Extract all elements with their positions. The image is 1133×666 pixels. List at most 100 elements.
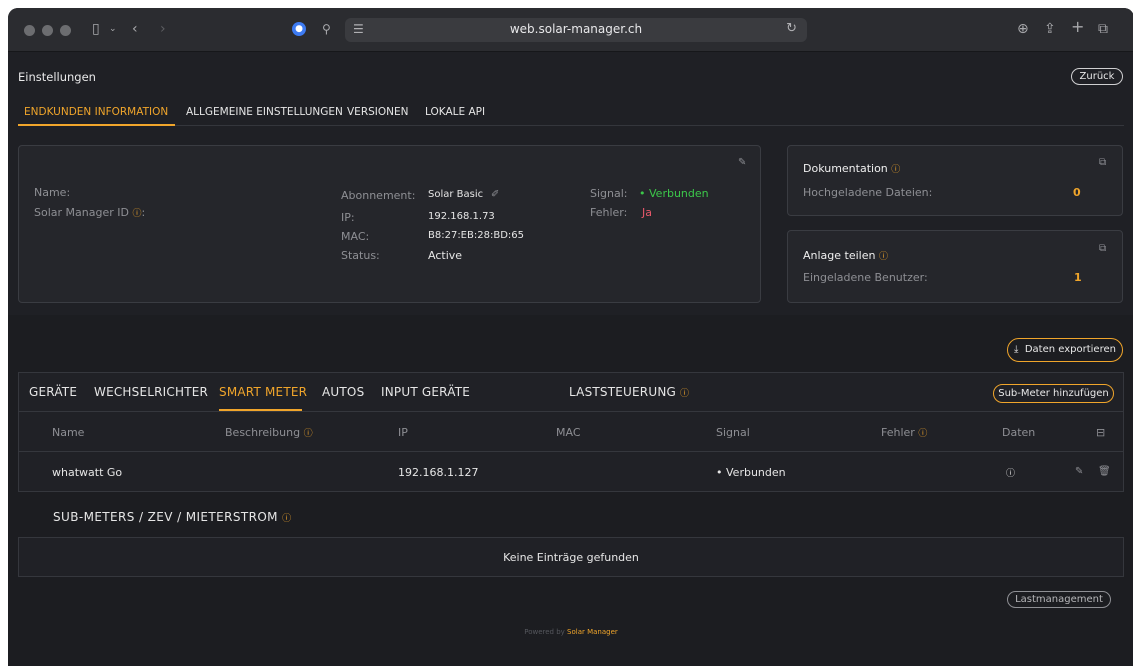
brand-link[interactable]: Solar Manager <box>567 628 618 636</box>
abonnement-value: Solar Basic <box>428 189 484 200</box>
uploaded-files-count: 0 <box>1073 186 1081 199</box>
column-header-signal[interactable]: Signal <box>716 426 750 439</box>
mac-value: B8:27:EB:28:BD:65 <box>428 230 524 241</box>
browser-window: ▯ ⌄ ‹ › ● ⚲ ☰ web.solar-manager.ch ↻ ⊕ ⇪… <box>8 8 1133 666</box>
pencil-icon[interactable]: ✐ <box>491 189 499 200</box>
external-link-icon[interactable]: ⧉ <box>1099 157 1106 168</box>
tab-input-geraete[interactable]: INPUT GERÄTE <box>381 385 470 399</box>
documentation-title-text: Dokumentation <box>803 162 888 175</box>
submeters-title-text: SUB-METERS / ZEV / MIETERSTROM <box>53 510 278 524</box>
table-row[interactable]: whatwatt Go 192.168.1.127 • Verbunden ⓘ … <box>19 453 1123 493</box>
cell-signal: • Verbunden <box>716 466 786 479</box>
delete-icon[interactable]: 🗑 <box>1098 466 1111 477</box>
tab-laststeuerung-label: LASTSTEUERUNG <box>569 385 677 399</box>
info-icon[interactable]: ⓘ <box>891 165 900 175</box>
info-icon[interactable]: ⓘ <box>304 429 313 439</box>
active-tab-indicator <box>18 124 175 126</box>
tab-endkunden-information[interactable]: ENDKUNDEN INFORMATION <box>24 106 168 118</box>
column-header-beschreibung[interactable]: Beschreibung ⓘ <box>225 426 313 439</box>
extension-icon[interactable]: ⚲ <box>322 20 331 38</box>
add-submeter-button[interactable]: Sub-Meter hinzufügen <box>993 384 1114 403</box>
invited-users-label: Eingeladene Benutzer: <box>803 271 928 284</box>
column-header-mac[interactable]: MAC <box>556 426 581 439</box>
submeters-title: SUB-METERS / ZEV / MIETERSTROM ⓘ <box>53 510 292 524</box>
signal-label: Signal: <box>590 187 628 200</box>
tab-wechselrichter[interactable]: WECHSELRICHTER <box>94 385 208 399</box>
tab-lokale-api[interactable]: LOKALE API <box>425 106 485 118</box>
ip-label: IP: <box>341 211 355 224</box>
solar-manager-id-label: Solar Manager ID ⓘ: <box>34 206 145 219</box>
abonnement-label: Abonnement: <box>341 189 416 202</box>
address-bar[interactable]: ☰ web.solar-manager.ch ↻ <box>345 18 807 42</box>
fehler-label: Fehler: <box>590 206 628 219</box>
documentation-title: Dokumentation ⓘ <box>803 162 900 175</box>
column-header-fehler[interactable]: Fehler ⓘ <box>881 426 927 439</box>
fehler-value: Ja <box>642 206 652 219</box>
signal-value-text: Verbunden <box>649 187 709 200</box>
table-header: Name Beschreibung ⓘ IP MAC Signal Fehler… <box>19 411 1123 452</box>
share-icon[interactable]: ⇪ <box>1044 20 1056 38</box>
cell-ip: 192.168.1.127 <box>398 466 479 479</box>
tab-smart-meter[interactable]: SMART METER <box>219 385 307 399</box>
data-info-icon[interactable]: ⓘ <box>1006 466 1015 479</box>
column-header-beschreibung-label: Beschreibung <box>225 426 301 439</box>
download-icon: ⤓ <box>1014 344 1019 355</box>
url-text[interactable]: web.solar-manager.ch <box>345 22 807 36</box>
solar-manager-id-text: Solar Manager ID <box>34 206 129 219</box>
uploaded-files-label: Hochgeladene Dateien: <box>803 186 933 199</box>
browser-toolbar: ▯ ⌄ ‹ › ● ⚲ ☰ web.solar-manager.ch ↻ ⊕ ⇪… <box>8 8 1133 52</box>
load-management-button[interactable]: Lastmanagement <box>1007 591 1111 608</box>
tab-overview-icon[interactable]: ⧉ <box>1098 20 1108 38</box>
cell-name: whatwatt Go <box>52 466 123 479</box>
sidebar-icon[interactable]: ▯ <box>92 20 100 38</box>
page-title: Einstellungen <box>18 70 96 84</box>
column-header-daten[interactable]: Daten <box>1002 426 1035 439</box>
info-icon[interactable]: ⓘ <box>680 389 689 399</box>
footer: Powered by Solar Manager <box>8 628 1133 636</box>
devices-panel: GERÄTE WECHSELRICHTER SMART METER AUTOS … <box>18 372 1124 492</box>
zoom-window-button[interactable] <box>60 25 71 36</box>
close-window-button[interactable] <box>24 25 35 36</box>
new-tab-icon[interactable]: + <box>1071 18 1084 36</box>
column-header-fehler-label: Fehler <box>881 426 915 439</box>
signal-value: • Verbunden <box>639 187 709 200</box>
info-icon[interactable]: ⓘ <box>282 514 291 524</box>
share-card: ⧉ Anlage teilen ⓘ Eingeladene Benutzer: … <box>787 230 1123 303</box>
info-icon[interactable]: ⓘ <box>879 252 888 262</box>
mac-label: MAC: <box>341 230 370 243</box>
documentation-card: ⧉ Dokumentation ⓘ Hochgeladene Dateien: … <box>787 145 1123 216</box>
window-controls <box>24 25 71 36</box>
chevron-down-icon[interactable]: ⌄ <box>109 20 117 38</box>
status-label: Status: <box>341 249 380 262</box>
share-title: Anlage teilen ⓘ <box>803 249 888 262</box>
empty-state-text: Keine Einträge gefunden <box>503 551 639 564</box>
edit-icon[interactable]: ✎ <box>738 157 746 168</box>
status-value: Active <box>428 249 463 262</box>
export-data-button[interactable]: ⤓ Daten exportieren <box>1007 338 1123 362</box>
back-arrow-icon[interactable]: ‹ <box>132 20 138 38</box>
customer-info-card: ✎ Name: Solar Manager ID ⓘ: Abonnement: … <box>18 145 761 303</box>
info-icon[interactable]: ⓘ <box>918 429 927 439</box>
back-button[interactable]: Zurück <box>1071 68 1123 85</box>
export-data-label: Daten exportieren <box>1024 344 1116 355</box>
tab-autos[interactable]: AUTOS <box>322 385 364 399</box>
edit-icon[interactable]: ✎ <box>1075 466 1083 477</box>
column-settings-icon[interactable]: ⊟ <box>1096 426 1105 439</box>
solar-manager-id-suffix: : <box>141 206 146 219</box>
download-icon[interactable]: ⊕ <box>1017 20 1029 38</box>
password-manager-icon[interactable]: ● <box>292 22 306 36</box>
tab-geraete[interactable]: GERÄTE <box>29 385 77 399</box>
tab-versionen[interactable]: VERSIONEN <box>347 106 408 118</box>
column-header-name[interactable]: Name <box>52 426 84 439</box>
reload-icon[interactable]: ↻ <box>786 21 797 36</box>
cell-signal-text: Verbunden <box>726 466 786 479</box>
external-link-icon[interactable]: ⧉ <box>1099 243 1106 254</box>
tab-laststeuerung[interactable]: LASTSTEUERUNG ⓘ <box>569 385 689 399</box>
tab-allgemeine-einstellungen[interactable]: ALLGEMEINE EINSTELLUNGEN <box>186 106 343 118</box>
forward-arrow-icon[interactable]: › <box>160 20 166 38</box>
powered-by-text: Powered by <box>524 628 565 636</box>
minimize-window-button[interactable] <box>42 25 53 36</box>
ip-value: 192.168.1.73 <box>428 211 495 222</box>
column-header-ip[interactable]: IP <box>398 426 408 439</box>
page-content: Einstellungen Zurück ENDKUNDEN INFORMATI… <box>8 52 1133 666</box>
